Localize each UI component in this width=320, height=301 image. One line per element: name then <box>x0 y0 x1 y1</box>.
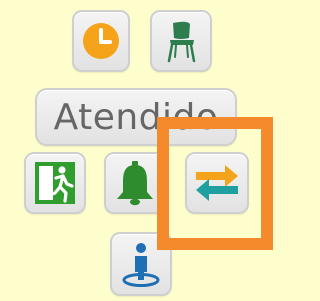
bell-button[interactable] <box>104 152 166 214</box>
status-button[interactable]: Atendido <box>35 88 237 146</box>
clock-icon <box>81 21 121 61</box>
chair-icon <box>160 19 202 63</box>
emergency-exit-button[interactable] <box>24 152 86 214</box>
transfer-arrows-icon <box>193 161 241 205</box>
transfer-button[interactable] <box>185 152 249 214</box>
status-label: Atendido <box>53 96 219 138</box>
info-button[interactable] <box>110 232 172 296</box>
bell-icon <box>114 160 156 206</box>
chair-button[interactable] <box>150 10 212 72</box>
clock-button[interactable] <box>72 10 130 72</box>
person-location-icon <box>119 240 163 288</box>
emergency-exit-icon <box>34 161 76 205</box>
